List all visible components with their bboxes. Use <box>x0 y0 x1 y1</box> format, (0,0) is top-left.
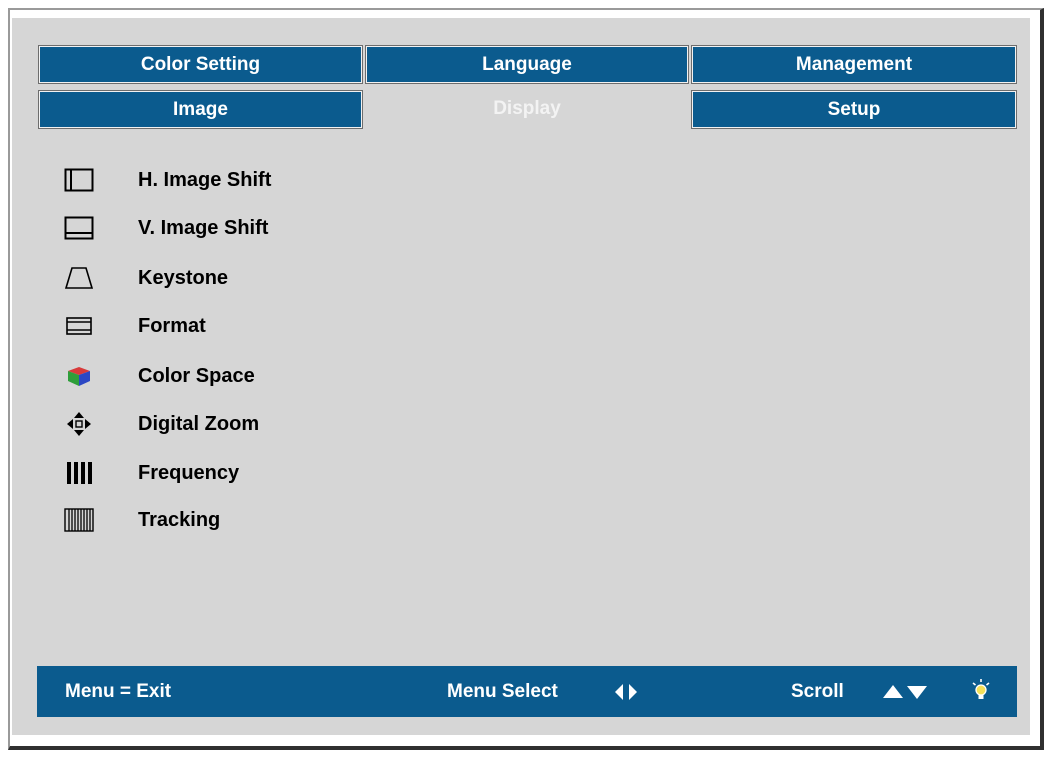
scroll-hint: Scroll <box>791 681 844 702</box>
keystone-icon <box>62 263 96 293</box>
up-down-arrows-icon <box>883 684 927 706</box>
menu-item-label: Format <box>138 314 206 337</box>
frequency-icon <box>62 458 96 488</box>
tab-management[interactable]: Management <box>691 45 1017 84</box>
menu-item-label: Digital Zoom <box>138 412 260 435</box>
tab-display[interactable]: Display <box>366 91 688 128</box>
menu-item-color-space[interactable]: Color Space <box>62 356 255 396</box>
tab-image[interactable]: Image <box>38 90 363 129</box>
menu-select-hint: Menu Select <box>447 681 558 702</box>
status-bar: Menu = Exit Menu Select Scroll <box>37 666 1017 717</box>
menu-item-label: H. Image Shift <box>138 168 272 191</box>
menu-item-format[interactable]: Format <box>62 306 206 346</box>
menu-item-label: Keystone <box>138 266 229 289</box>
tab-language[interactable]: Language <box>365 45 689 84</box>
menu-item-label: Tracking <box>138 508 221 531</box>
digital-zoom-icon <box>62 409 96 439</box>
menu-item-frequency[interactable]: Frequency <box>62 453 239 493</box>
bulb-icon <box>971 679 991 709</box>
tab-setup[interactable]: Setup <box>691 90 1017 129</box>
v-image-shift-icon <box>62 213 96 243</box>
menu-item-label: V. Image Shift <box>138 216 269 239</box>
menu-item-keystone[interactable]: Keystone <box>62 258 228 298</box>
menu-item-v-image-shift[interactable]: V. Image Shift <box>62 208 268 248</box>
left-right-arrows-icon <box>614 682 638 708</box>
menu-item-label: Color Space <box>138 364 255 387</box>
color-space-icon <box>62 361 96 391</box>
menu-item-h-image-shift[interactable]: H. Image Shift <box>62 160 271 200</box>
osd-menu-panel: Color Setting Language Management Image … <box>12 18 1030 735</box>
format-icon <box>62 311 96 341</box>
menu-item-label: Frequency <box>138 461 240 484</box>
menu-exit-hint: Menu = Exit <box>65 681 172 702</box>
tab-color-setting[interactable]: Color Setting <box>38 45 363 84</box>
menu-item-tracking[interactable]: Tracking <box>62 500 220 540</box>
tracking-icon <box>62 505 96 535</box>
h-image-shift-icon <box>62 165 96 195</box>
menu-item-digital-zoom[interactable]: Digital Zoom <box>62 404 259 444</box>
